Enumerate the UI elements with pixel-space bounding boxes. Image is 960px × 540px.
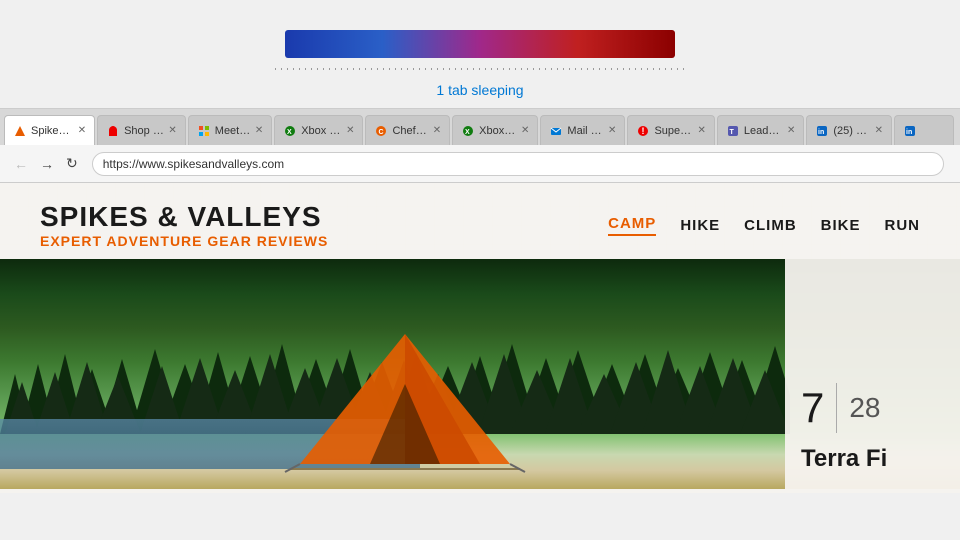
tab-spikes[interactable]: Spikes & ✕ <box>4 115 95 145</box>
tab-leader-close[interactable]: ✕ <box>787 125 795 136</box>
tab-xbox2-label: Xbox S: <box>479 125 517 137</box>
leader-favicon: T <box>726 124 740 138</box>
tab-xbox1[interactable]: X Xbox Se ✕ <box>274 115 363 145</box>
tab-super-close[interactable]: ✕ <box>698 125 706 136</box>
linkedin2-favicon: in <box>903 124 917 138</box>
tent-svg <box>280 324 530 474</box>
tab-linkedin1[interactable]: in (25) Me ✕ <box>806 115 892 145</box>
tab-meet-label: Meet m <box>215 125 251 137</box>
tab-linkedin1-close[interactable]: ✕ <box>875 125 883 136</box>
xbox2-favicon: X <box>461 124 475 138</box>
tab-spikes-close[interactable]: ✕ <box>78 125 86 136</box>
hero-area: 7 28 Terra Fi <box>0 259 960 489</box>
address-bar-row: ← → ↻ <box>0 145 960 183</box>
site-nav: CAMP HIKE CLIMB BIKE RUN <box>608 215 920 236</box>
back-button[interactable]: ← <box>8 152 34 176</box>
tab-meet-close[interactable]: ✕ <box>255 125 263 136</box>
tab-super-label: Super S <box>654 125 693 137</box>
xbox1-favicon: X <box>283 124 297 138</box>
nav-item-hike[interactable]: HIKE <box>680 217 720 234</box>
site-logo: SPIKES & VALLEYS EXPERT ADVENTURE GEAR R… <box>40 201 328 249</box>
tab-shop-label: Shop Lo <box>124 125 164 137</box>
nav-item-bike[interactable]: BIKE <box>821 217 861 234</box>
tab-xbox2[interactable]: X Xbox S: ✕ <box>452 115 538 145</box>
tab-shop[interactable]: Shop Lo ✕ <box>97 115 186 145</box>
super-favicon: ! <box>636 124 650 138</box>
tab-super[interactable]: ! Super S ✕ <box>627 115 714 145</box>
browser-chrome: Spikes & ✕ Shop Lo ✕ Meet m ✕ <box>0 108 960 183</box>
tab-xbox1-close[interactable]: ✕ <box>346 125 354 136</box>
site-logo-title: SPIKES & VALLEYS <box>40 201 328 233</box>
tab-spikes-label: Spikes & <box>31 125 74 137</box>
tab-sleeping-text: 1 tab sleeping <box>436 82 523 98</box>
tab-leader[interactable]: T Leaders ✕ <box>717 115 804 145</box>
memory-usage-bar <box>285 30 675 58</box>
svg-text:X: X <box>465 129 470 136</box>
nav-item-climb[interactable]: CLIMB <box>744 217 797 234</box>
mail-favicon <box>549 124 563 138</box>
spikes-favicon <box>13 124 27 138</box>
forward-button[interactable]: → <box>34 152 60 176</box>
website-content: SPIKES & VALLEYS EXPERT ADVENTURE GEAR R… <box>0 183 960 493</box>
tabs-bar: Spikes & ✕ Shop Lo ✕ Meet m ✕ <box>0 109 960 145</box>
info-card-title: Terra Fi <box>801 445 944 473</box>
nav-item-camp[interactable]: CAMP <box>608 215 656 236</box>
svg-text:in: in <box>906 129 912 136</box>
site-logo-subtitle: EXPERT ADVENTURE GEAR REVIEWS <box>40 233 328 249</box>
tab-mail[interactable]: Mail - P ✕ <box>540 115 625 145</box>
info-card: 7 28 Terra Fi <box>785 259 960 489</box>
refresh-button[interactable]: ↻ <box>60 151 84 176</box>
site-header: SPIKES & VALLEYS EXPERT ADVENTURE GEAR R… <box>0 183 960 259</box>
svg-text:!: ! <box>642 126 645 136</box>
tab-xbox1-label: Xbox Se <box>301 125 342 137</box>
shop-favicon <box>106 124 120 138</box>
info-card-number-big: 7 <box>801 387 824 429</box>
tab-leader-label: Leaders <box>744 125 783 137</box>
svg-text:C: C <box>379 129 384 136</box>
info-card-numbers: 7 28 <box>801 383 944 433</box>
tab-linkedin1-label: (25) Me <box>833 125 870 137</box>
tab-mail-label: Mail - P <box>567 125 604 137</box>
meet-favicon <box>197 124 211 138</box>
tab-xbox2-close[interactable]: ✕ <box>521 125 529 136</box>
svg-text:X: X <box>287 129 292 136</box>
nav-item-run[interactable]: RUN <box>885 217 921 234</box>
tab-meet[interactable]: Meet m ✕ <box>188 115 272 145</box>
svg-text:in: in <box>818 129 824 136</box>
tab-linkedin2[interactable]: in <box>894 115 954 145</box>
chefs-favicon: C <box>374 124 388 138</box>
info-card-number-small: 28 <box>849 392 880 424</box>
memory-bar-container: 1 tab sleeping <box>0 0 960 108</box>
tab-chefs-close[interactable]: ✕ <box>433 125 441 136</box>
tab-chefs-label: Chef's t <box>392 125 428 137</box>
tab-chefs[interactable]: C Chef's t ✕ <box>365 115 450 145</box>
tab-mail-close[interactable]: ✕ <box>608 125 616 136</box>
info-card-divider <box>836 383 837 433</box>
linkedin1-favicon: in <box>815 124 829 138</box>
svg-text:T: T <box>729 129 734 136</box>
tab-shop-close[interactable]: ✕ <box>168 125 176 136</box>
memory-bar-ticks <box>275 66 685 74</box>
url-input[interactable] <box>92 152 944 176</box>
